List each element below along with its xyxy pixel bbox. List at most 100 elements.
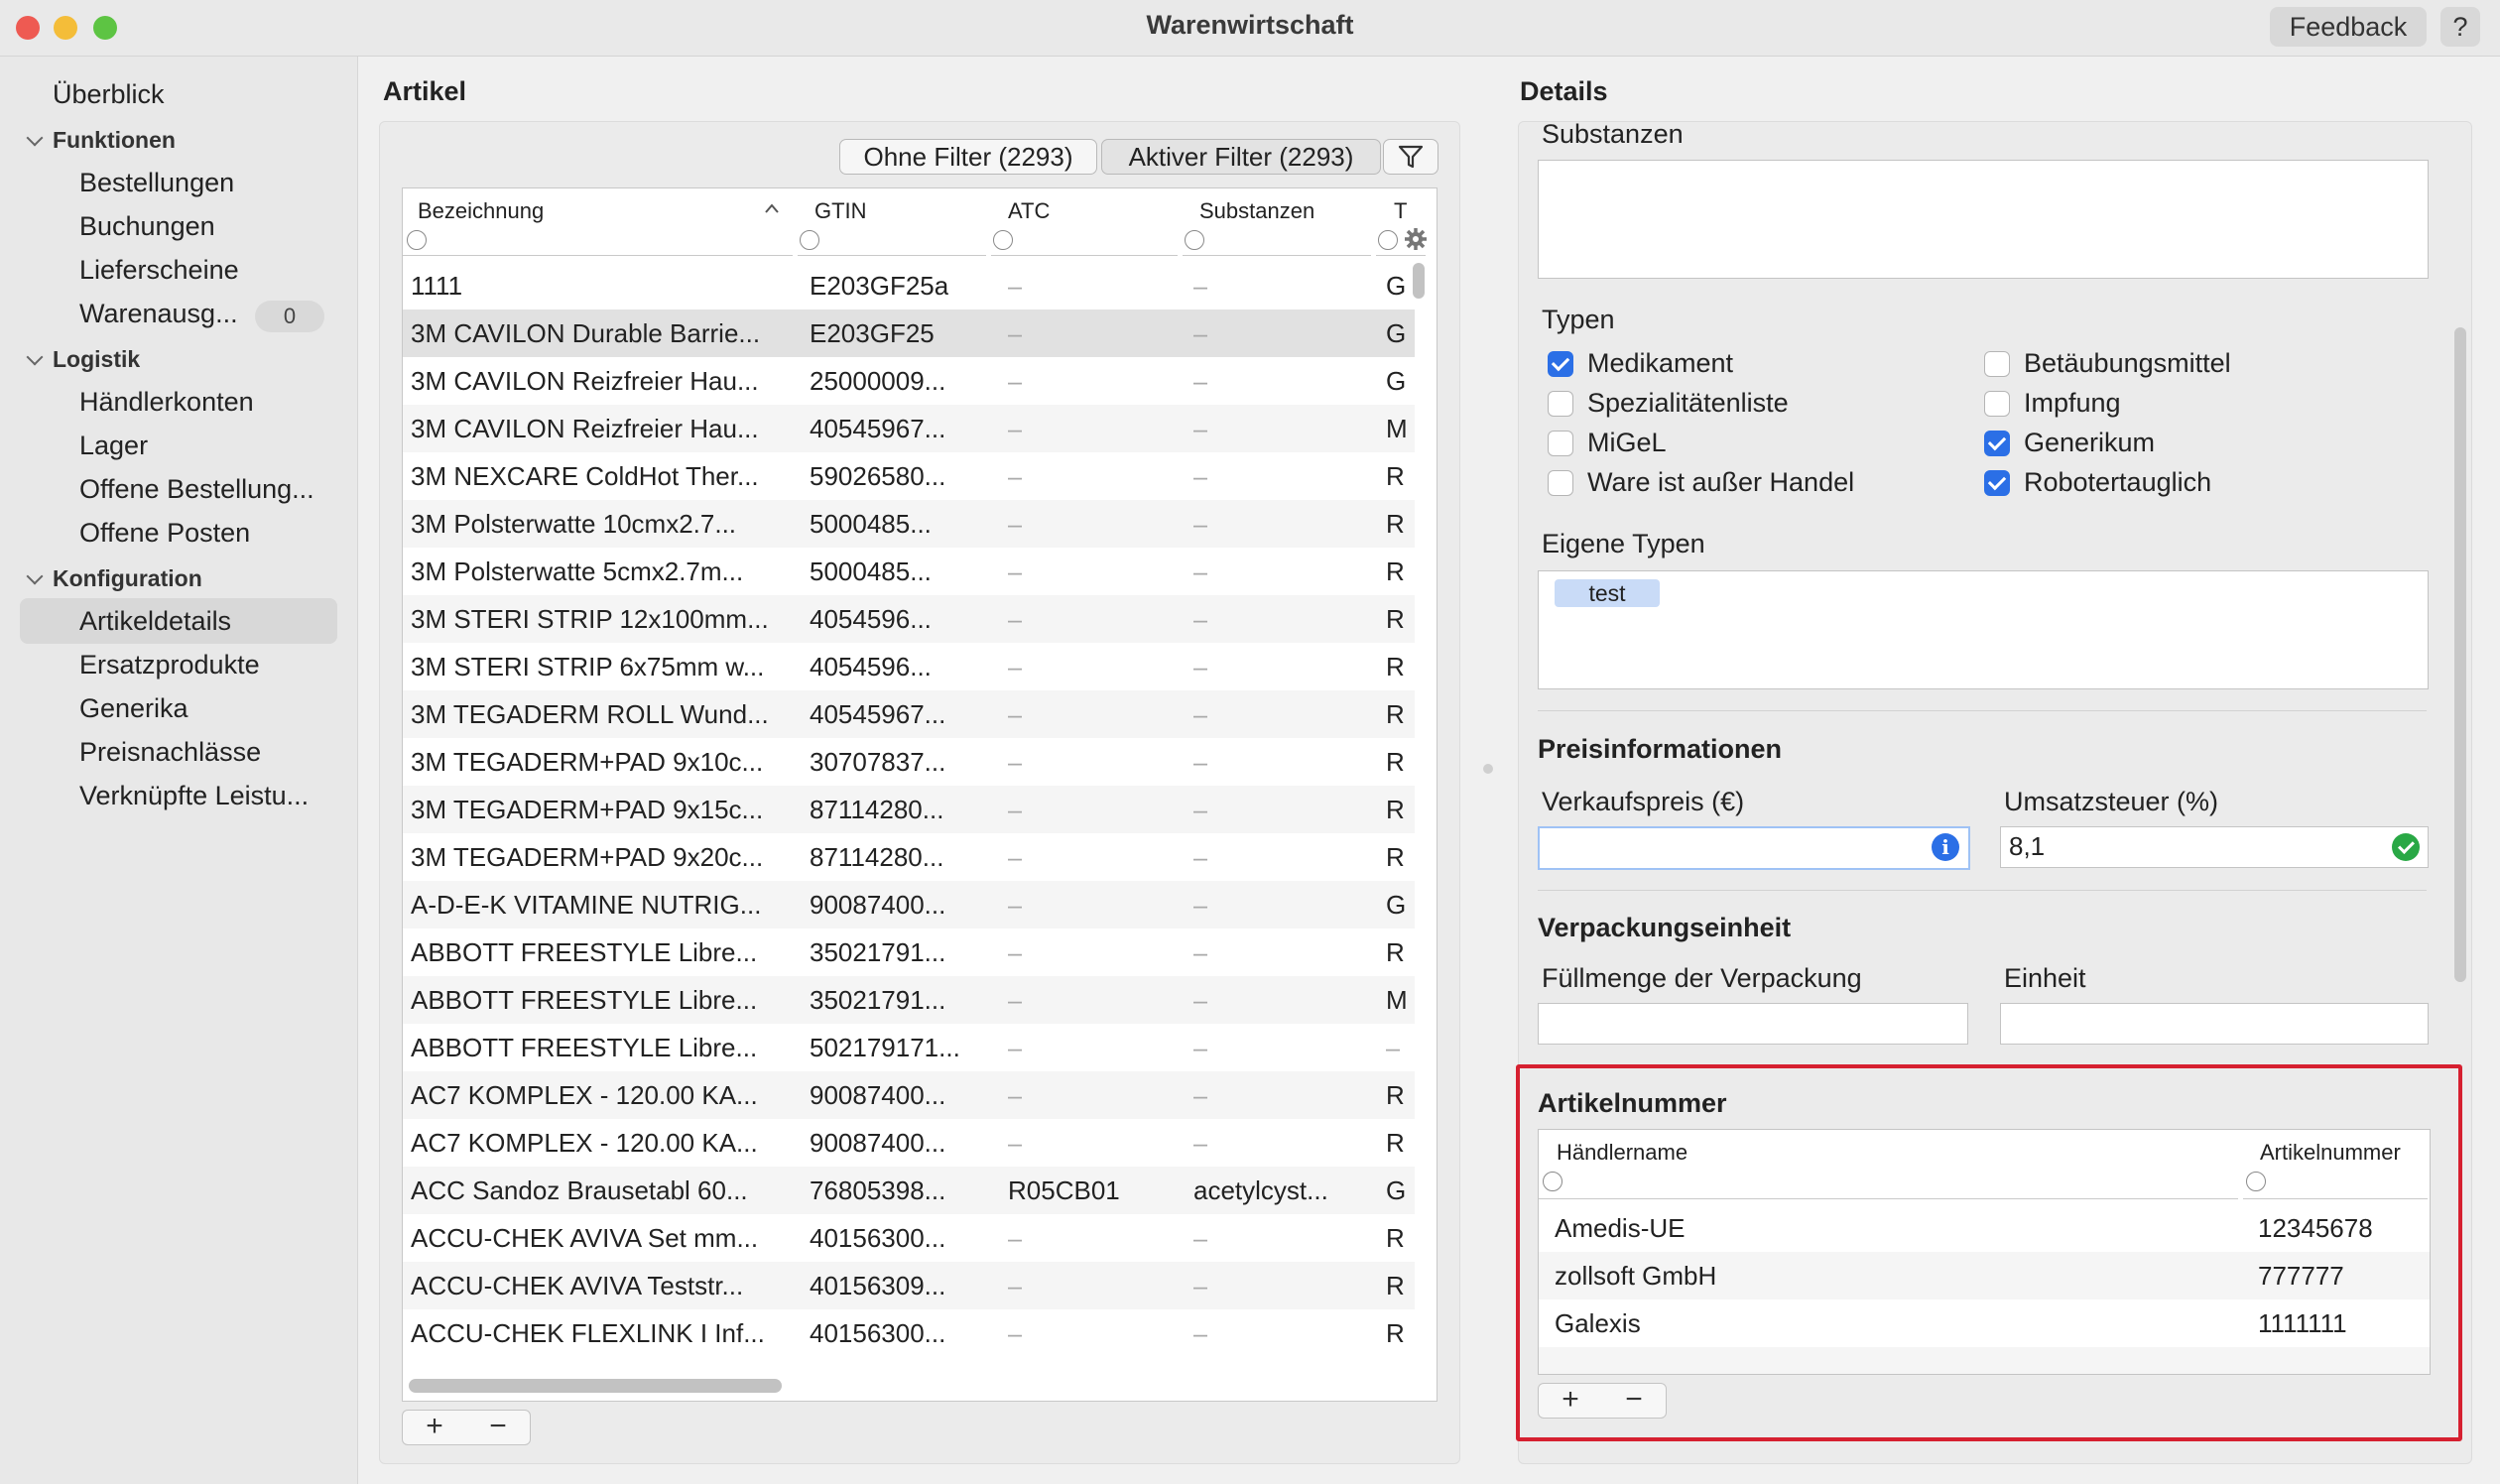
checkbox-label[interactable]: Impfung [2024, 388, 2121, 419]
table-row[interactable]: zollsoft GmbH 777777 [1539, 1252, 2430, 1299]
table-row[interactable]: 1111 E203GF25a – – G [403, 262, 1415, 309]
sidebar-item-warenausgabe[interactable]: Warenausg... [79, 299, 238, 329]
table-row[interactable]: 3M STERI STRIP 6x75mm w... 4054596... – – R [403, 643, 1415, 690]
table-row[interactable]: 3M CAVILON Reizfreier Hau... 40545967... –… [403, 405, 1415, 452]
column-filter-radio[interactable] [2246, 1172, 2266, 1191]
details-scrollbar[interactable] [2454, 327, 2466, 982]
checkbox-label[interactable]: Ware ist außer Handel [1587, 467, 1854, 498]
remove-artikelnummer-button[interactable]: − [1602, 1384, 1666, 1416]
checkbox-label[interactable]: Medikament [1587, 348, 1733, 379]
checkbox-generikum[interactable] [1984, 431, 2010, 456]
checkbox-ware-ist-außer-handel[interactable] [1548, 470, 1573, 496]
table-row[interactable]: Amedis-UE 12345678 [1539, 1204, 2430, 1252]
sidebar-item-generika[interactable]: Generika [79, 693, 188, 724]
checkbox-medikament[interactable] [1548, 351, 1573, 377]
column-header-substanzen[interactable]: Substanzen [1199, 198, 1314, 224]
sidebar-item-lager[interactable]: Lager [79, 431, 148, 461]
sidebar-item-ersatzprodukte[interactable]: Ersatzprodukte [79, 650, 260, 680]
checkbox-label[interactable]: Spezialitätenliste [1587, 388, 1789, 419]
splitter-handle[interactable] [1483, 764, 1493, 774]
checkbox-label[interactable]: Betäubungsmittel [2024, 348, 2231, 379]
aktiver-filter-button[interactable]: Aktiver Filter (2293) [1101, 139, 1381, 175]
table-row[interactable]: ACCU-CHEK AVIVA Set mm... 40156300... – – R [403, 1214, 1415, 1262]
table-row[interactable]: ABBOTT FREESTYLE Libre... 35021791... – – R [403, 928, 1415, 976]
column-filter-radio[interactable] [1185, 230, 1204, 250]
table-row[interactable]: ABBOTT FREESTYLE Libre... 35021791... – – M [403, 976, 1415, 1024]
filter-button[interactable] [1383, 139, 1438, 175]
substanzen-field[interactable] [1538, 160, 2429, 279]
sidebar-item-artikeldetails[interactable]: Artikeldetails [79, 606, 231, 637]
table-row[interactable]: ACC Sandoz Brausetabl 60... 76805398... R0… [403, 1167, 1415, 1214]
eigene-typ-tag[interactable]: test [1555, 579, 1660, 607]
column-header-gtin[interactable]: GTIN [814, 198, 867, 224]
sidebar-item-offene-posten[interactable]: Offene Posten [79, 518, 250, 549]
remove-artikel-button[interactable]: − [466, 1411, 530, 1442]
table-vertical-scrollbar[interactable] [1413, 263, 1425, 299]
sidebar-group-logistik[interactable]: Logistik [53, 346, 140, 373]
add-artikelnummer-button[interactable]: + [1539, 1384, 1602, 1416]
column-header-atc[interactable]: ATC [1008, 198, 1050, 224]
feedback-button[interactable]: Feedback [2270, 7, 2427, 47]
table-row[interactable]: 3M TEGADERM+PAD 9x20c... 87114280... – – R [403, 833, 1415, 881]
sidebar-item-verknuepfte-leistungen[interactable]: Verknüpfte Leistu... [79, 781, 309, 811]
column-filter-radio[interactable] [800, 230, 819, 250]
column-header-bezeichnung[interactable]: Bezeichnung [418, 198, 544, 224]
sidebar-item-buchungen[interactable]: Buchungen [79, 211, 215, 242]
sort-ascending-icon[interactable] [764, 202, 780, 214]
add-artikel-button[interactable]: + [403, 1411, 466, 1442]
sidebar-group-konfiguration[interactable]: Konfiguration [53, 565, 202, 592]
checkbox-impfung[interactable] [1984, 391, 2010, 417]
artikel-title: Artikel [383, 76, 467, 106]
table-row[interactable]: AC7 KOMPLEX - 120.00 KA... 90087400... – – R [403, 1119, 1415, 1167]
table-row[interactable]: A-D-E-K VITAMINE NUTRIG... 90087400... – – G [403, 881, 1415, 928]
table-row[interactable]: ACCU-CHEK FLEXLINK I Inf... 40156300... – –… [403, 1309, 1415, 1357]
einheit-input[interactable] [2000, 1003, 2429, 1045]
sidebar-item-bestellungen[interactable]: Bestellungen [79, 168, 234, 198]
checkbox-robotertauglich[interactable] [1984, 470, 2010, 496]
gear-icon[interactable] [1404, 227, 1428, 251]
checkbox-spezialitätenliste[interactable] [1548, 391, 1573, 417]
table-row[interactable]: 3M TEGADERM+PAD 9x15c... 87114280... – – R [403, 786, 1415, 833]
table-row[interactable]: 3M CAVILON Reizfreier Hau... 25000009... –… [403, 357, 1415, 405]
checkbox-label[interactable]: Robotertauglich [2024, 467, 2211, 498]
column-header-typ[interactable]: T [1394, 198, 1407, 224]
sidebar-item-lieferscheine[interactable]: Lieferscheine [79, 255, 239, 286]
table-row[interactable]: 3M NEXCARE ColdHot Ther... 59026580... – – R [403, 452, 1415, 500]
column-filter-radio[interactable] [993, 230, 1013, 250]
column-filter-radio[interactable] [1543, 1172, 1562, 1191]
checkbox-label[interactable]: MiGeL [1587, 428, 1667, 458]
sidebar-item-offene-bestellungen[interactable]: Offene Bestellung... [79, 474, 314, 505]
table-row[interactable]: 3M TEGADERM ROLL Wund... 40545967... – – R [403, 690, 1415, 738]
verkaufspreis-input[interactable] [1538, 826, 1970, 870]
table-cell: Galexis [1555, 1308, 1641, 1338]
sidebar-item-ueberblick[interactable]: Überblick [53, 79, 165, 110]
table-row[interactable]: 3M STERI STRIP 12x100mm... 4054596... – – R [403, 595, 1415, 643]
column-filter-radio[interactable] [1378, 230, 1398, 250]
checkbox-label[interactable]: Generikum [2024, 428, 2155, 458]
checkbox-betäubungsmittel[interactable] [1984, 351, 2010, 377]
table-row[interactable]: Galexis 1111111 [1539, 1299, 2430, 1347]
sidebar-item-haendlerkonten[interactable]: Händlerkonten [79, 387, 254, 418]
table-row[interactable]: 3M Polsterwatte 5cmx2.7m... 5000485... – – R [403, 548, 1415, 595]
table-row[interactable]: ABBOTT FREESTYLE Libre... 502179171... – – – [403, 1024, 1415, 1071]
checkbox-migel[interactable] [1548, 431, 1573, 456]
sidebar-group-funktionen[interactable]: Funktionen [53, 127, 176, 154]
table-row[interactable]: 3M CAVILON Durable Barrie... E203GF25 – – G [403, 309, 1415, 357]
umsatzsteuer-input[interactable]: 8,1 [2000, 826, 2429, 868]
table-cell: R [1386, 509, 1405, 539]
ohne-filter-button[interactable]: Ohne Filter (2293) [839, 139, 1097, 175]
column-header-haendlername[interactable]: Händlername [1557, 1140, 1688, 1166]
column-filter-radio[interactable] [407, 230, 427, 250]
fuellmenge-input[interactable] [1538, 1003, 1968, 1045]
table-row[interactable]: ACCU-CHEK AVIVA Teststr... 40156309... – – R [403, 1262, 1415, 1309]
help-button[interactable]: ? [2440, 7, 2480, 47]
table-horizontal-scrollbar[interactable] [409, 1379, 782, 1393]
eigene-typen-field[interactable] [1538, 570, 2429, 689]
table-row[interactable]: AC7 KOMPLEX - 120.00 KA... 90087400... – – R [403, 1071, 1415, 1119]
column-header-artikelnummer[interactable]: Artikelnummer [2260, 1140, 2401, 1166]
table-row[interactable]: 3M TEGADERM+PAD 9x10c... 30707837... – – R [403, 738, 1415, 786]
info-icon[interactable]: i [1932, 833, 1959, 861]
sidebar-item-preisnachlaesse[interactable]: Preisnachlässe [79, 737, 261, 768]
table-row[interactable]: 3M Polsterwatte 10cmx2.7... 5000485... – – R [403, 500, 1415, 548]
artikelnummer-title: Artikelnummer [1538, 1088, 1727, 1118]
